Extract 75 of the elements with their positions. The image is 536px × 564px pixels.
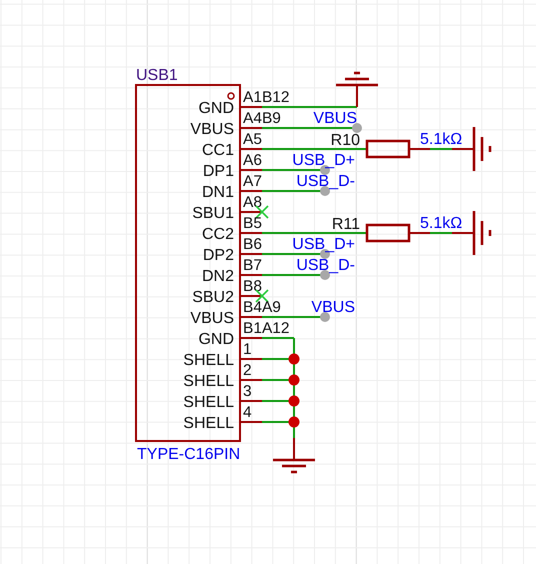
pin-number: B5 — [243, 215, 262, 232]
pin-name: DP2 — [202, 247, 234, 264]
component-value: TYPE-C16PIN — [137, 446, 240, 463]
wire — [430, 148, 452, 150]
pin-line — [240, 106, 262, 108]
pin-line — [240, 358, 262, 360]
net-endpoint-dot — [352, 123, 362, 133]
pin-name: SHELL — [183, 352, 234, 369]
component-designator: USB1 — [136, 67, 178, 84]
net-label: USB_D+ — [292, 152, 355, 169]
resistor-value: 5.1kΩ — [420, 215, 462, 232]
ground-symbol-icon — [466, 211, 492, 255]
pin-line — [240, 421, 262, 423]
pin-line — [240, 169, 262, 171]
pin-name: CC1 — [202, 142, 234, 159]
ground-symbol-icon — [466, 127, 492, 171]
pin-name: SBU1 — [192, 205, 234, 222]
resistor-symbol — [366, 224, 410, 242]
pin-line — [240, 232, 262, 234]
pin-number: 1 — [243, 341, 252, 358]
pin-number: B8 — [243, 278, 262, 295]
net-label: VBUS — [313, 110, 357, 127]
pin-name: GND — [198, 331, 234, 348]
pin-number: A7 — [243, 173, 262, 190]
pin-line — [240, 379, 262, 381]
pin-number: B4A9 — [243, 299, 281, 316]
pin-number: B7 — [243, 257, 262, 274]
pin-number: 2 — [243, 362, 252, 379]
net-label: USB_D- — [296, 257, 355, 274]
net-label: VBUS — [311, 299, 355, 316]
resistor-value: 5.1kΩ — [420, 131, 462, 148]
pin-line — [240, 211, 262, 213]
pin-line — [240, 190, 262, 192]
pin-number: A6 — [243, 152, 262, 169]
pin-name: CC2 — [202, 226, 234, 243]
junction-dot — [288, 416, 300, 428]
junction-dot — [288, 374, 300, 386]
pin-name: VBUS — [190, 121, 234, 138]
net-label: USB_D+ — [292, 236, 355, 253]
pin-number: A5 — [243, 131, 262, 148]
ground-symbol-icon — [336, 72, 378, 107]
pin-line — [240, 316, 262, 318]
pin-line — [240, 337, 262, 339]
pin-name: SBU2 — [192, 289, 234, 306]
pin-line — [240, 127, 262, 129]
pin-number: 4 — [243, 404, 252, 421]
pin-name: DP1 — [202, 163, 234, 180]
net-label: USB_D- — [296, 173, 355, 190]
net-endpoint-dot — [320, 312, 330, 322]
pin-name: SHELL — [183, 373, 234, 390]
pin-name: SHELL — [183, 415, 234, 432]
pin-one-marker — [227, 92, 235, 100]
pin-line — [240, 253, 262, 255]
pin-name: GND — [198, 100, 234, 117]
junction-dot — [288, 354, 300, 364]
ground-symbol-icon — [273, 438, 315, 474]
resistor-designator: R11 — [332, 216, 360, 233]
pin-line — [240, 148, 262, 150]
pin-name: VBUS — [190, 310, 234, 327]
pin-line — [240, 274, 262, 276]
pin-name: DN1 — [202, 184, 234, 201]
pin-line — [240, 400, 262, 402]
pin-number: A4B9 — [243, 110, 281, 127]
wire — [430, 232, 452, 234]
pin-number: A1B12 — [243, 89, 290, 106]
pin-line — [240, 295, 262, 297]
pin-number: B1A12 — [243, 320, 290, 337]
pin-number: 3 — [243, 383, 252, 400]
pin-name: SHELL — [183, 394, 234, 411]
junction-dot — [288, 396, 300, 406]
pin-number: A8 — [243, 194, 262, 211]
pin-name: DN2 — [202, 268, 234, 285]
resistor-symbol — [366, 140, 410, 158]
pin-number: B6 — [243, 236, 262, 253]
resistor-designator: R10 — [330, 132, 360, 149]
